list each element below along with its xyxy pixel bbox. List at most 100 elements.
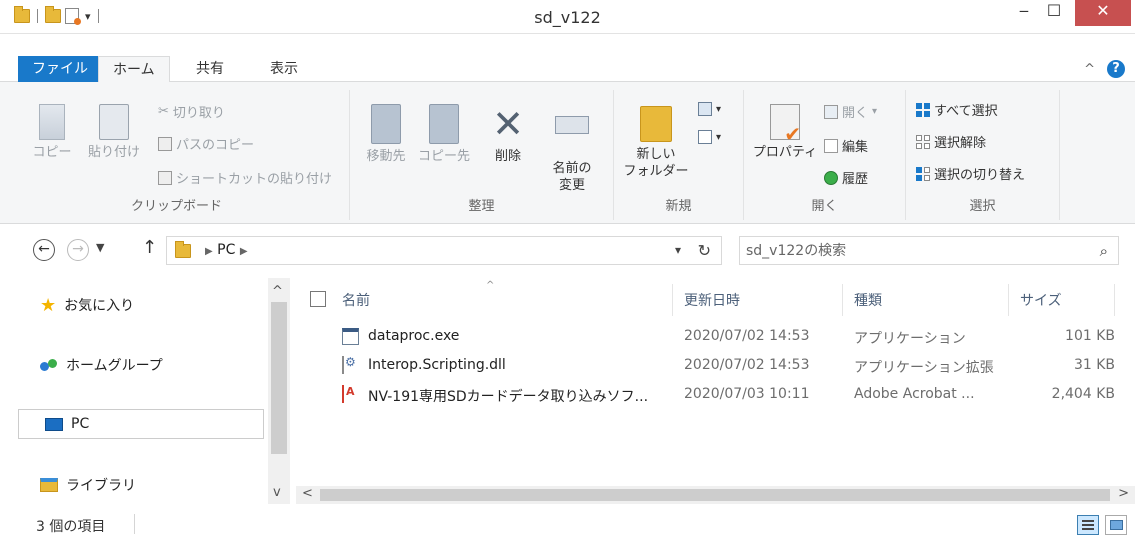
search-input[interactable]	[746, 240, 1076, 262]
properties-button[interactable]: プロパティ	[750, 104, 820, 161]
easy-access-button[interactable]: ▾	[698, 130, 721, 144]
cut-label: 切り取り	[172, 106, 225, 121]
move-to-button[interactable]: 移動先	[358, 104, 414, 165]
copy-to-label: コピー先	[417, 149, 470, 164]
scroll-thumb[interactable]	[320, 489, 1110, 501]
cut-button[interactable]: ✂ 切り取り	[158, 102, 225, 121]
details-view-button[interactable]	[1077, 515, 1099, 535]
open-icon	[824, 104, 838, 119]
file-row[interactable]: NV-191専用SDカードデータ取り込みソフ... 2020/07/03 10:…	[296, 381, 1116, 410]
group-open: プロパティ 開く▾ 編集 履歴 開く	[744, 90, 906, 220]
forward-button[interactable]: →	[67, 239, 89, 261]
search-icon[interactable]: ⌕	[1100, 242, 1108, 260]
file-row[interactable]: dataproc.exe 2020/07/02 14:53 アプリケーション 1…	[296, 323, 1116, 352]
file-modified: 2020/07/02 14:53	[684, 357, 810, 373]
file-name: Interop.Scripting.dll	[368, 357, 506, 373]
select-all-button[interactable]: すべて選択	[916, 100, 998, 119]
large-icons-view-button[interactable]	[1105, 515, 1127, 535]
select-all-label: すべて選択	[934, 104, 998, 119]
nav-item-label: ライブラリ	[66, 478, 136, 494]
file-modified: 2020/07/03 10:11	[684, 386, 810, 402]
tab-view[interactable]: 表示	[256, 56, 312, 82]
file-type: Adobe Acrobat ...	[854, 386, 975, 402]
close-button[interactable]: ✕	[1075, 0, 1131, 26]
minimize-button[interactable]: ‒	[1009, 0, 1039, 26]
copy-path-button[interactable]: パスのコピー	[158, 134, 254, 153]
tab-share[interactable]: 共有	[182, 56, 238, 82]
column-divider[interactable]	[1008, 284, 1009, 316]
collapse-ribbon-icon[interactable]: ^	[1084, 62, 1095, 77]
rename-button[interactable]: 名前の 変更	[544, 104, 600, 194]
column-header-type[interactable]: 種類	[854, 290, 882, 310]
column-divider[interactable]	[1114, 284, 1115, 316]
tab-home[interactable]: ホーム	[98, 56, 170, 83]
file-size: 101 KB	[1065, 328, 1115, 344]
breadcrumb-chevron-icon-2[interactable]: ▶	[240, 246, 248, 257]
dll-icon	[342, 356, 344, 374]
content-horizontal-scrollbar[interactable]: < >	[296, 486, 1135, 504]
scroll-left-icon[interactable]: <	[302, 486, 313, 501]
title-bar: ▾ sd_v122 ‒ ☐ ✕	[0, 0, 1135, 34]
select-none-icon	[916, 134, 930, 149]
nav-item-homegroup[interactable]: ホームグループ	[40, 350, 163, 380]
invert-selection-button[interactable]: 選択の切り替え	[916, 164, 1025, 183]
refresh-icon[interactable]: ↻	[698, 241, 711, 260]
paste-shortcut-label: ショートカットの貼り付け	[176, 172, 333, 187]
new-folder-button[interactable]: 新しい フォルダー	[622, 104, 690, 180]
history-button[interactable]: 履歴	[824, 168, 868, 187]
group-label-open: 開く	[811, 199, 838, 214]
scroll-down-icon[interactable]: v	[273, 485, 281, 500]
group-select: すべて選択 選択解除 選択の切り替え 選択	[906, 90, 1060, 220]
group-label-organize: 整理	[468, 199, 495, 214]
file-row[interactable]: Interop.Scripting.dll 2020/07/02 14:53 ア…	[296, 352, 1116, 381]
scroll-up-icon[interactable]: ^	[272, 284, 283, 299]
nav-item-label: ホームグループ	[66, 358, 163, 374]
delete-button[interactable]: ✕ 削除	[486, 104, 530, 165]
nav-item-label: PC	[71, 416, 90, 432]
scroll-thumb[interactable]	[271, 302, 287, 454]
status-divider	[134, 514, 135, 534]
up-button[interactable]: ↑	[142, 237, 157, 258]
scissors-icon: ✂	[158, 104, 169, 119]
rename-label-2: 変更	[558, 178, 585, 193]
nav-item-pc[interactable]: PC	[18, 409, 264, 439]
help-icon[interactable]: ?	[1107, 60, 1125, 78]
nav-item-libraries[interactable]: ライブラリ	[40, 470, 136, 500]
column-header-modified[interactable]: 更新日時	[684, 290, 740, 310]
back-button[interactable]: ←	[33, 239, 55, 261]
paste-shortcut-button[interactable]: ショートカットの貼り付け	[158, 168, 332, 187]
address-bar[interactable]: ▶ PC ▶ ▾ ↻	[166, 236, 722, 265]
column-header-name[interactable]: 名前	[342, 290, 370, 310]
open-button[interactable]: 開く ▾	[824, 102, 877, 121]
recent-locations-button[interactable]: ▼	[96, 241, 104, 254]
chevron-down-icon: ▼	[96, 241, 105, 254]
paste-button[interactable]: 貼り付け	[84, 104, 144, 161]
column-header-size[interactable]: サイズ	[1020, 290, 1062, 310]
exe-icon	[342, 328, 359, 345]
edit-label: 編集	[842, 140, 869, 155]
tab-file[interactable]: ファイル	[18, 56, 102, 82]
copy-label: コピー	[32, 145, 72, 160]
maximize-button[interactable]: ☐	[1039, 0, 1069, 26]
select-none-button[interactable]: 選択解除	[916, 132, 986, 151]
edit-button[interactable]: 編集	[824, 136, 868, 155]
address-dropdown-icon[interactable]: ▾	[675, 243, 681, 257]
paste-shortcut-icon	[158, 170, 172, 185]
breadcrumb-pc[interactable]: PC	[217, 242, 235, 258]
nav-vertical-scrollbar[interactable]: ^ v	[268, 278, 290, 504]
copy-button[interactable]: コピー	[30, 104, 74, 161]
nav-item-favorites[interactable]: ★ お気に入り	[40, 290, 134, 320]
new-item-button[interactable]: ▾	[698, 102, 721, 116]
libraries-icon	[40, 478, 58, 492]
select-all-checkbox[interactable]	[310, 291, 326, 307]
large-icons-view-icon	[1110, 520, 1123, 530]
clipboard-icon	[99, 104, 129, 140]
scroll-right-icon[interactable]: >	[1118, 486, 1129, 501]
breadcrumb-chevron-icon[interactable]: ▶	[205, 246, 213, 257]
open-label: 開く	[842, 106, 869, 121]
copy-to-button[interactable]: コピー先	[416, 104, 472, 165]
column-divider[interactable]	[672, 284, 673, 316]
column-divider[interactable]	[842, 284, 843, 316]
computer-icon	[45, 417, 63, 431]
star-icon: ★	[40, 294, 57, 316]
